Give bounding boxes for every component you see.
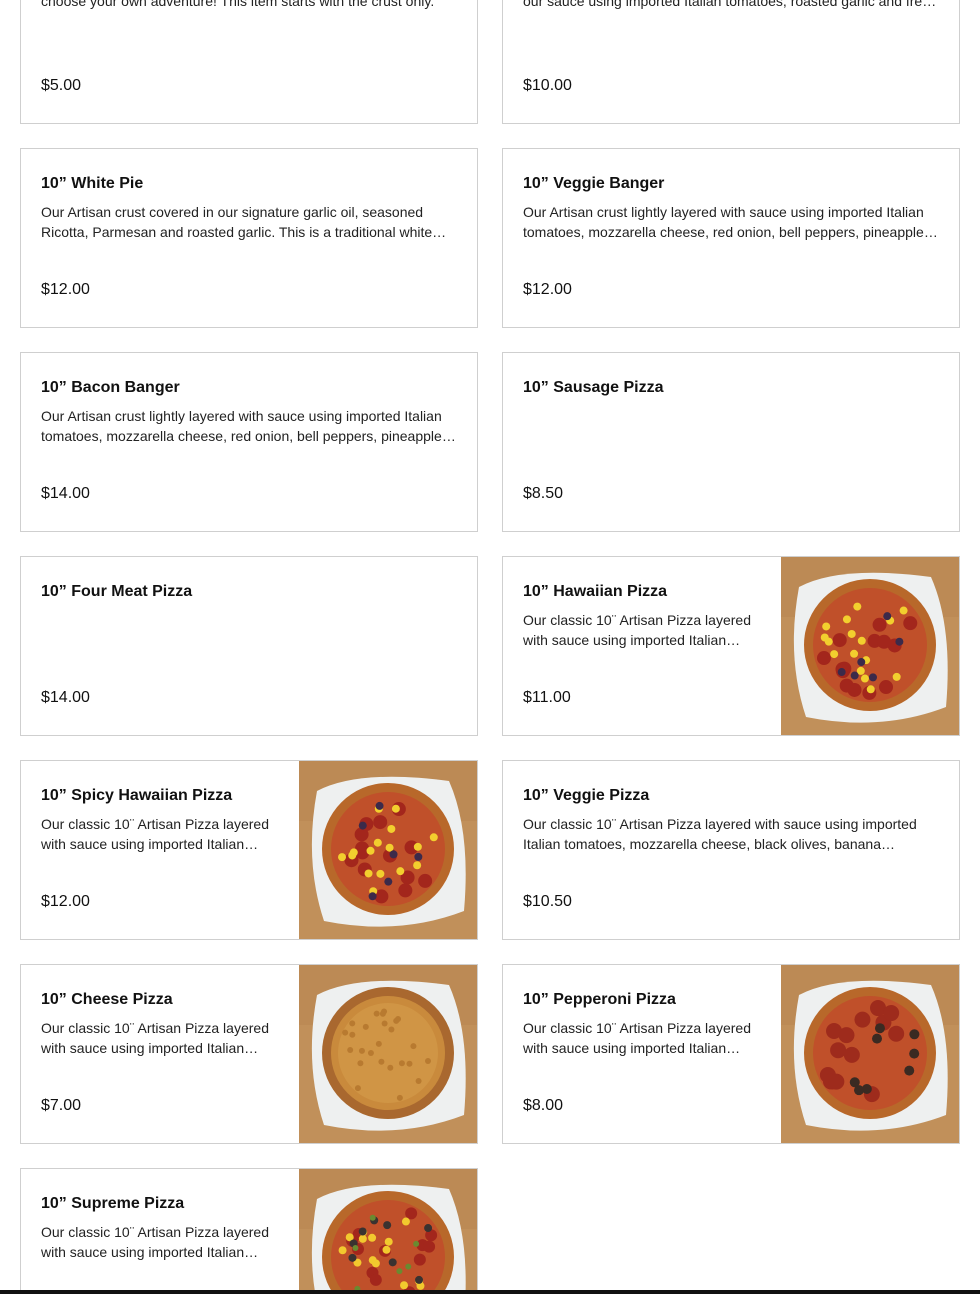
menu-item-body: 10” Cheese Pizza Our classic 10¨ Artisan … xyxy=(21,965,299,1143)
menu-item-card[interactable]: 10” Four Meat Pizza $14.00 xyxy=(20,556,478,736)
menu-item-description: Our classic 10¨ Artisan Pizza layered wi… xyxy=(523,816,917,852)
menu-item-description: Our classic 10¨ Artisan Pizza layered wi… xyxy=(523,612,751,648)
menu-item-price: $12.00 xyxy=(523,281,572,298)
menu-item-title: 10” Veggie Pizza xyxy=(523,787,650,804)
menu-item-body: 10” Sausage Pizza $8.50 xyxy=(503,353,959,531)
menu-item-card[interactable]: 10” Hawaiian Pizza Our classic 10¨ Artisa… xyxy=(502,556,960,736)
menu-item-price: $10.50 xyxy=(523,893,572,910)
menu-item-description: Looking for menu hacks? Start only with … xyxy=(41,0,435,9)
menu-item-price: $5.00 xyxy=(41,77,82,94)
menu-item-price: $8.00 xyxy=(523,1097,564,1114)
menu-item-description: Our classic 10¨ Artisan Pizza layered wi… xyxy=(523,1020,751,1056)
menu-item-price: $7.00 xyxy=(41,1097,82,1114)
menu-item-description: Our classic 10¨ Artisan Pizza layered wi… xyxy=(41,1020,269,1056)
menu-item-title: 10” White Pie xyxy=(41,175,144,192)
menu-item-description: Our classic 10¨ Artisan Pizza layered wi… xyxy=(41,1224,269,1260)
menu-page: Looking for menu hacks? Start only with … xyxy=(0,0,980,1294)
menu-item-title: 10” Pepperoni Pizza xyxy=(523,991,676,1008)
menu-item-price: $12.00 xyxy=(41,893,90,910)
pizza-pepperoni-image xyxy=(781,965,959,1143)
menu-item-card[interactable]: Our signature Artisan crust layered with… xyxy=(502,0,960,124)
menu-item-body: 10” Hawaiian Pizza Our classic 10¨ Artisa… xyxy=(503,557,781,735)
menu-item-description: Our signature Artisan crust layered with… xyxy=(523,0,938,9)
menu-item-body: 10” Spicy Hawaiian Pizza Our classic 10¨ … xyxy=(21,761,299,939)
menu-item-price: $14.00 xyxy=(41,485,90,502)
menu-item-body: Our signature Artisan crust layered with… xyxy=(503,0,959,123)
menu-item-title: 10” Hawaiian Pizza xyxy=(523,583,668,600)
menu-item-price: $11.00 xyxy=(523,689,571,706)
menu-item-card[interactable]: 10” Veggie Pizza Our classic 10¨ Artisan … xyxy=(502,760,960,940)
menu-item-title: 10” Cheese Pizza xyxy=(41,991,173,1008)
pizza-cheese-image xyxy=(299,965,477,1143)
menu-item-card[interactable]: 10” Supreme Pizza Our classic 10¨ Artisan… xyxy=(20,1168,478,1294)
menu-item-card[interactable]: 10” Veggie Banger Our Artisan crust light… xyxy=(502,148,960,328)
pizza-supreme-image xyxy=(299,1169,477,1294)
menu-item-body: 10” Four Meat Pizza $14.00 xyxy=(21,557,477,735)
menu-item-price: $10.00 xyxy=(523,77,572,94)
menu-item-card[interactable]: 10” Cheese Pizza Our classic 10¨ Artisan … xyxy=(20,964,478,1144)
menu-item-card[interactable]: Looking for menu hacks? Start only with … xyxy=(20,0,478,124)
menu-item-body: 10” Pepperoni Pizza Our classic 10¨ Artis… xyxy=(503,965,781,1143)
menu-item-description: Our Artisan crust lightly layered with s… xyxy=(41,408,442,444)
menu-item-card[interactable]: 10” Pepperoni Pizza Our classic 10¨ Artis… xyxy=(502,964,960,1144)
menu-item-title: 10” Sausage Pizza xyxy=(523,379,664,396)
menu-item-description: Our Artisan crust covered in our signatu… xyxy=(41,204,433,240)
menu-item-card[interactable]: 10” White Pie Our Artisan crust covered i… xyxy=(20,148,478,328)
menu-item-card[interactable]: 10” Bacon Banger Our Artisan crust lightl… xyxy=(20,352,478,532)
menu-item-title: 10” Spicy Hawaiian Pizza xyxy=(41,787,233,804)
pizza-hawaiian-image xyxy=(781,557,959,735)
menu-grid: Looking for menu hacks? Start only with … xyxy=(20,0,960,1294)
menu-item-price: $8.50 xyxy=(523,485,564,502)
menu-item-body: 10” Supreme Pizza Our classic 10¨ Artisan… xyxy=(21,1169,299,1294)
menu-item-description: Our classic 10¨ Artisan Pizza layered wi… xyxy=(41,816,269,852)
menu-item-body: 10” Veggie Banger Our Artisan crust light… xyxy=(503,149,959,327)
menu-item-title: 10” Veggie Banger xyxy=(523,175,665,192)
menu-item-description xyxy=(523,406,939,446)
menu-item-body: 10” Veggie Pizza Our classic 10¨ Artisan … xyxy=(503,761,959,939)
menu-item-body: Looking for menu hacks? Start only with … xyxy=(21,0,477,123)
menu-item-card[interactable]: 10” Sausage Pizza $8.50 xyxy=(502,352,960,532)
menu-item-card[interactable]: 10” Spicy Hawaiian Pizza Our classic 10¨ … xyxy=(20,760,478,940)
menu-item-title: 10” Bacon Banger xyxy=(41,379,180,396)
menu-item-price: $12.00 xyxy=(41,281,90,298)
pizza-spicy-hawaiian-image xyxy=(299,761,477,939)
menu-item-body: 10” White Pie Our Artisan crust covered i… xyxy=(21,149,477,327)
menu-item-description: Our Artisan crust lightly layered with s… xyxy=(523,204,924,240)
bottom-bar xyxy=(0,1290,980,1294)
menu-item-price: $14.00 xyxy=(41,689,90,706)
menu-item-body: 10” Bacon Banger Our Artisan crust lightl… xyxy=(21,353,477,531)
menu-item-title: 10” Supreme Pizza xyxy=(41,1195,185,1212)
menu-item-description xyxy=(41,610,457,650)
menu-item-title: 10” Four Meat Pizza xyxy=(41,583,193,600)
